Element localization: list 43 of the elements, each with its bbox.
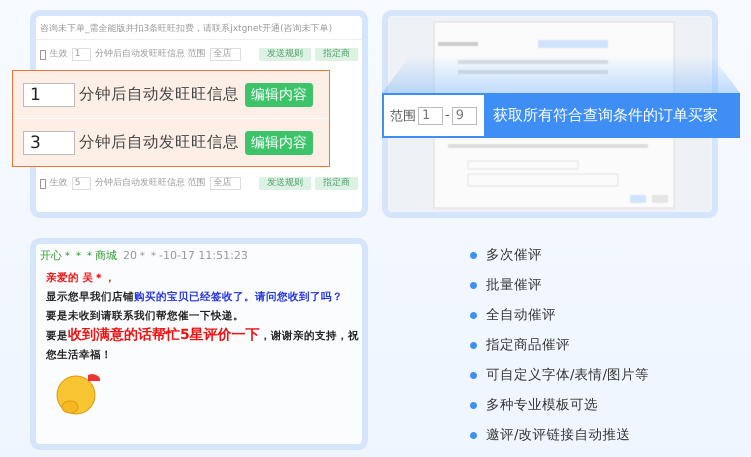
minutes-input[interactable]: 3 <box>23 130 75 154</box>
rule-button[interactable]: 发送规则 <box>259 177 311 190</box>
bullet-icon <box>470 282 477 288</box>
rule-button[interactable]: 指定商 <box>315 48 358 61</box>
rule-text: 分钟后自动发旺旺信息 范围 <box>94 178 206 189</box>
feature-item: 多种专业模板可选 <box>486 396 598 414</box>
feature-item: 批量催评 <box>486 276 542 294</box>
bullet-icon <box>470 312 477 318</box>
range-to-input[interactable]: 9 <box>452 106 477 124</box>
rule-button[interactable]: 发送规则 <box>259 48 311 61</box>
checkbox-label: 生效 <box>50 49 68 60</box>
bullet-icon <box>470 432 477 438</box>
banner-caption: 获取所有符合查询条件的订单买家 <box>492 106 718 125</box>
feature-item: 邀评/改评链接自动推送 <box>486 426 631 444</box>
range-label: 范围 <box>390 108 416 124</box>
minutes-input[interactable]: 1 <box>72 48 91 61</box>
minutes-input[interactable]: 1 <box>23 82 75 106</box>
range-from-input[interactable]: 1 <box>418 106 443 124</box>
minutes-input[interactable]: 5 <box>72 177 91 190</box>
range-separator: - <box>445 108 450 123</box>
rule-text: 分钟后自动发旺旺信息 <box>79 132 239 153</box>
bullet-icon <box>470 372 477 378</box>
feature-item: 多次催评 <box>486 246 542 264</box>
checkbox-label: 生效 <box>50 178 68 189</box>
scope-select[interactable]: 全店 <box>210 48 241 61</box>
scope-select[interactable]: 全店 <box>210 177 241 190</box>
rule-button[interactable]: 指定商 <box>315 177 358 190</box>
sender-name: 开心＊＊＊商城 <box>40 248 117 263</box>
edit-content-button[interactable]: 编辑内容 <box>245 82 313 106</box>
feature-item: 全自动催评 <box>486 306 556 324</box>
message-text: 亲爱的 吴＊， 显示您早我们店铺购买的宝贝已经签收了。请问您收到了吗？ 要是未收到请联系我们帮您催一下快递。 要是收到满意的话帮忙5星评价一下，谢谢亲的支持，祝您生活幸福！ <box>46 271 360 363</box>
edit-content-button[interactable]: 编辑内容 <box>245 130 313 154</box>
rule-text: 分钟后自动发旺旺信息 <box>79 84 239 105</box>
feature-item: 指定商品催评 <box>486 336 570 354</box>
bullet-icon <box>470 252 477 258</box>
bullet-icon <box>470 342 477 348</box>
panel-header: 咨询未下单_需全能版并扣3条旺旺扣费，请联系jxtgnet开通(咨询未下单) <box>36 16 362 40</box>
checkbox[interactable] <box>40 178 46 188</box>
checkbox[interactable] <box>40 50 46 60</box>
rule-text: 分钟后自动发旺旺信息 范围 <box>94 49 206 60</box>
bullet-icon <box>470 402 477 408</box>
feature-item: 可自定义字体/表情/图片等 <box>486 366 650 384</box>
message-time: 20＊＊-10-17 11:51:23 <box>123 248 248 263</box>
